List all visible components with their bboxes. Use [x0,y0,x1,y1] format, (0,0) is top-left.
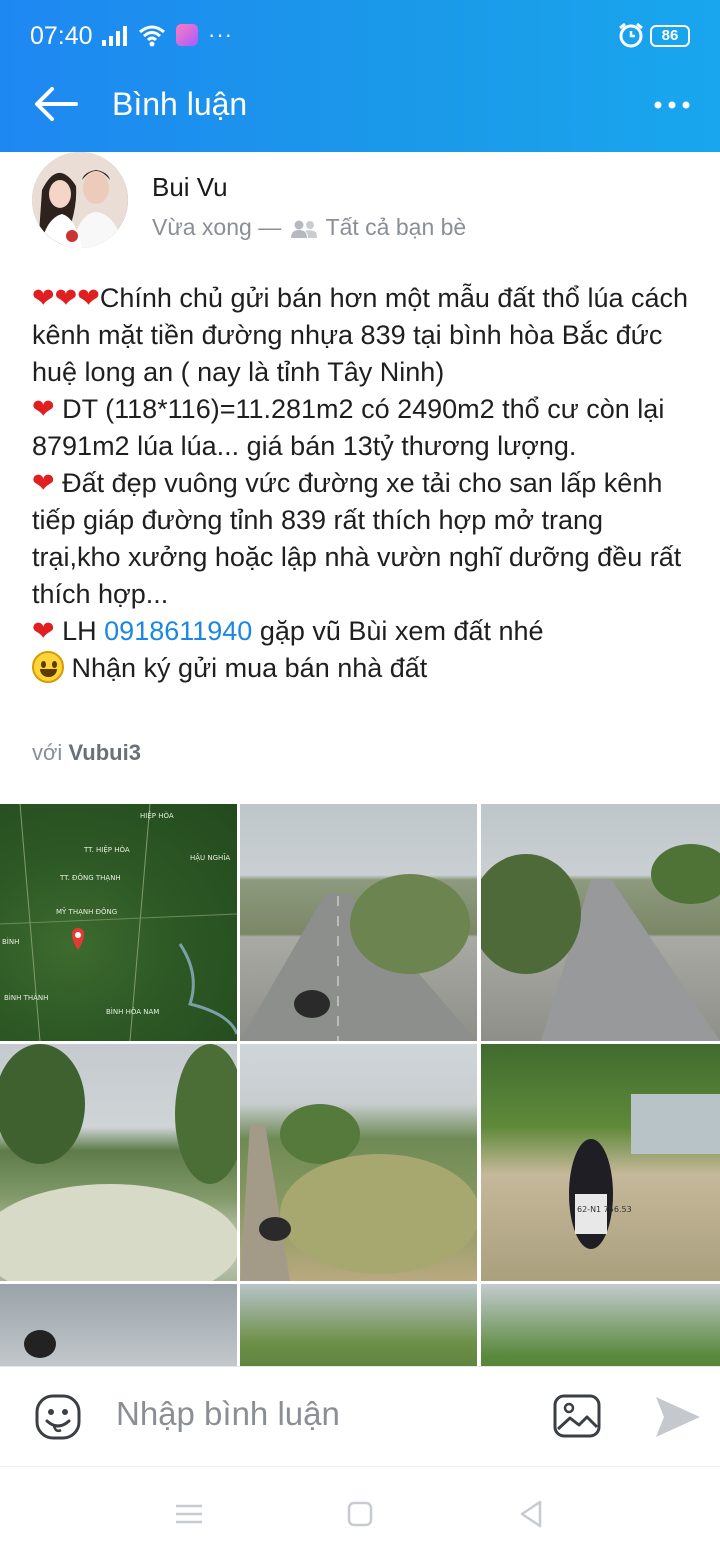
photo-motorbike[interactable]: 62-N1 756.53 [481,1044,720,1281]
photo-field[interactable] [0,1044,237,1281]
post-line: ❤ LH 0918611940 gặp vũ Bùi xem đất nhé [32,613,692,650]
status-bar: 07:40 ··· 86 [0,0,720,70]
more-options-icon[interactable] [650,88,694,122]
send-icon[interactable] [654,1395,702,1439]
more-notifications-icon: ··· [208,22,233,47]
photo-path[interactable] [481,1284,720,1366]
post-audience: Tất cả bạn bè [325,214,467,240]
post-meta: Vừa xong — Tất cả bạn bè [152,214,466,241]
meta-separator: — [258,214,282,240]
road-image [481,844,720,1041]
post-content: ❤❤❤Chính chủ gửi bán hơn một mẫu đất thổ… [32,280,692,687]
license-plate: 62-N1 756.53 [577,1205,632,1214]
signal-icon [102,26,127,46]
post-line: Nhận ký gửi mua bán nhà đất [32,650,692,687]
status-time: 07:40 [30,22,93,50]
post-line: ❤ DT (118*116)=11.281m2 có 2490m2 thổ cư… [32,391,692,465]
map-label: MỸ THẠNH ĐÔNG [56,907,117,916]
comment-input[interactable]: Nhập bình luận [116,1395,340,1433]
back-arrow-icon[interactable] [32,84,78,124]
tagged-user[interactable]: Vubui3 [68,740,141,765]
post-text: Nhận ký gửi mua bán nhà đất [64,653,428,683]
map-label: TT. HIỆP HÒA [83,845,130,854]
post-line: ❤ Đất đẹp vuông vức đường xe tải cho san… [32,465,692,613]
tagged-prefix: với [32,740,69,765]
home-icon[interactable] [343,1497,377,1531]
comment-composer: Nhập bình luận [0,1366,720,1466]
map-image: HIỆP HÒA TT. HIỆP HÒA HẬU NGHĨA TT. ĐÔNG… [0,804,237,1041]
friends-icon [290,220,317,238]
tagged-with: với Vubui3 [32,740,141,766]
photo-wet-field[interactable] [0,1284,237,1366]
menu-icon[interactable] [172,1497,206,1531]
author-name[interactable]: Bui Vu [152,172,228,203]
heart-icon: ❤ [32,616,55,646]
post-line: ❤❤❤Chính chủ gửi bán hơn một mẫu đất thổ… [32,280,692,391]
header: 07:40 ··· 86 Bình luận [0,0,720,152]
photo-road[interactable] [481,804,720,1041]
page-title: Bình luận [112,86,248,122]
post-text: DT (118*116)=11.281m2 có 2490m2 thổ cư c… [32,394,665,461]
roadside-image [240,1104,477,1281]
post-text: LH [54,616,105,646]
wifi-icon [139,25,165,47]
motorbike-image: 62-N1 756.53 [569,1094,720,1249]
photo-roadside[interactable] [240,1044,477,1281]
photo-trees[interactable] [240,1284,477,1366]
image-icon[interactable] [552,1393,602,1439]
avatar[interactable] [32,152,128,248]
grinning-face-icon [32,651,64,683]
heart-icon: ❤❤❤ [32,283,100,313]
heart-icon: ❤ [32,468,55,498]
map-label: BÌNH HÒA NAM [106,1007,159,1016]
sticker-icon[interactable] [34,1393,82,1441]
map-label: BÌNH [2,937,19,946]
map-label: TT. ĐÔNG THẠNH [59,873,121,882]
post-time: Vừa xong [152,214,252,240]
road-image [240,874,477,1041]
heart-icon: ❤ [32,394,55,424]
map-label: HẬU NGHĨA [190,853,230,862]
post-text: Chính chủ gửi bán hơn một mẫu đất thổ lú… [32,283,689,387]
app-notification-icon [176,24,198,46]
wet-field-image [24,1330,56,1358]
alarm-icon [619,22,643,48]
field-image [0,1044,237,1281]
battery-indicator: 86 [650,25,690,47]
photo-road[interactable] [240,804,477,1041]
post-text: gặp vũ Bùi xem đất nhé [252,616,544,646]
map-label: BÌNH THÀNH [4,993,48,1002]
map-label: HIỆP HÒA [140,811,174,820]
photo-map[interactable]: HIỆP HÒA TT. HIỆP HÒA HẬU NGHĨA TT. ĐÔNG… [0,804,237,1041]
system-navbar [0,1466,720,1560]
phone-link[interactable]: 0918611940 [104,616,252,646]
photo-grid: HIỆP HÒA TT. HIỆP HÒA HẬU NGHĨA TT. ĐÔNG… [0,804,720,1366]
back-icon[interactable] [514,1497,548,1531]
post-text: Đất đẹp vuông vức đường xe tải cho san l… [32,468,682,609]
avatar-image [32,152,128,248]
